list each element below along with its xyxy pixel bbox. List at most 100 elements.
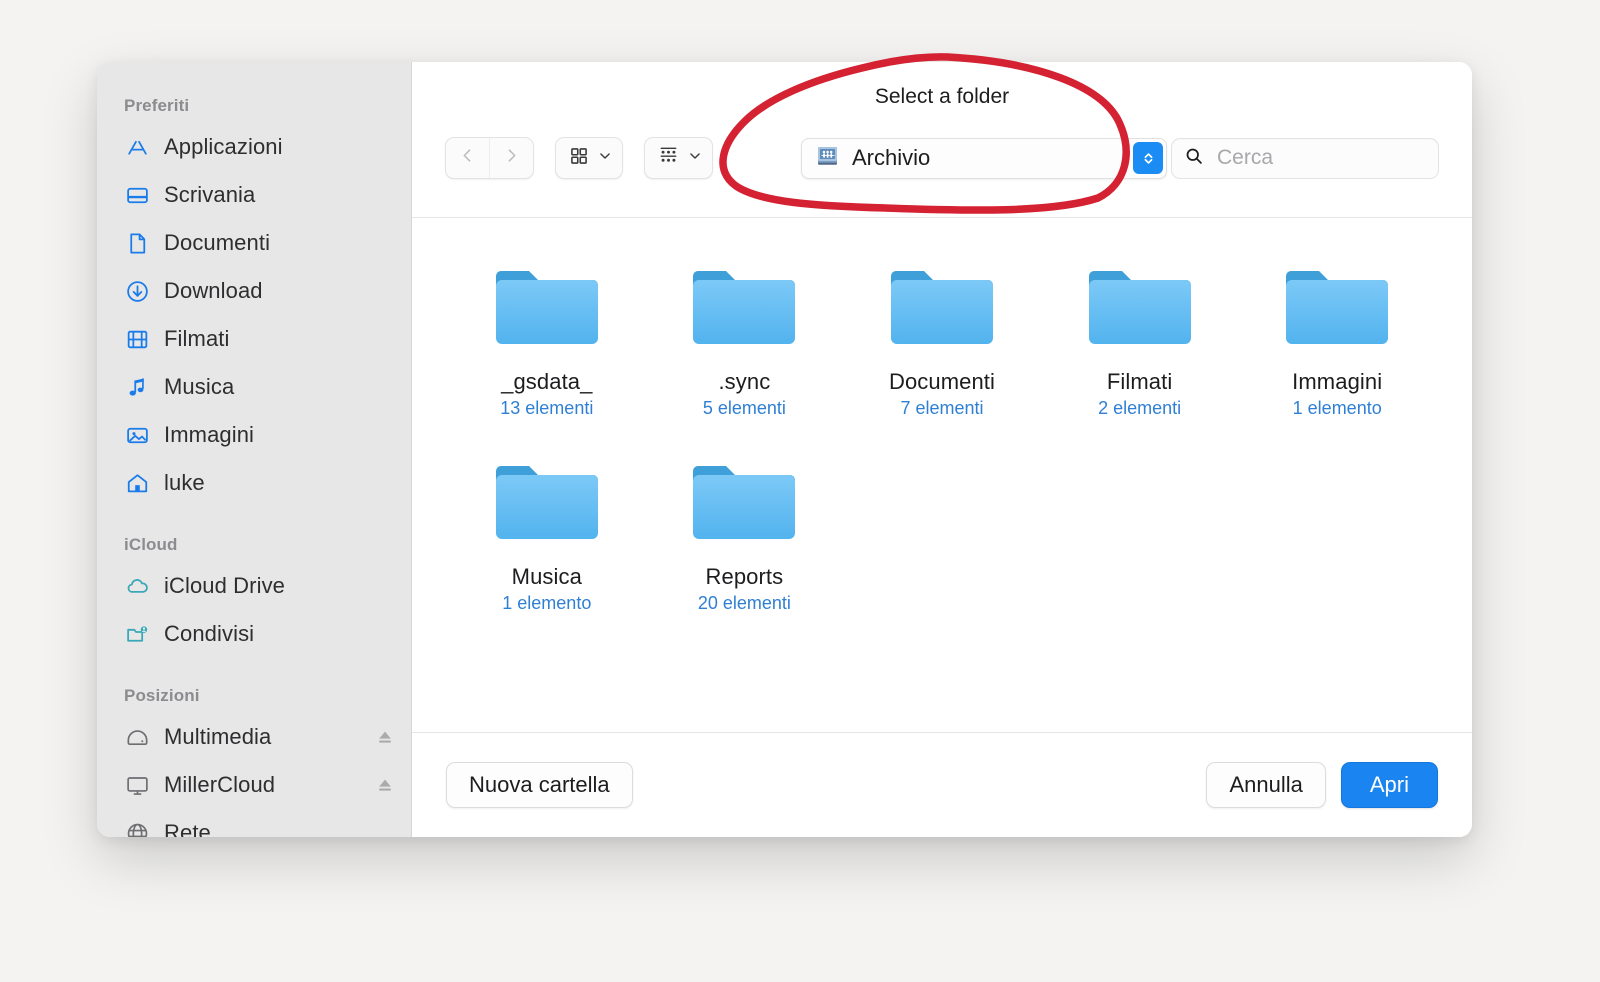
file-item-sync[interactable]: .sync 5 elementi (646, 248, 844, 419)
file-item-documenti[interactable]: Documenti 7 elementi (843, 248, 1041, 419)
search-icon (1184, 146, 1204, 171)
folder-icon (887, 256, 997, 357)
toolbar: Select a folder Archivio Cerca (412, 62, 1472, 218)
folder-icon (492, 451, 602, 552)
footer-actions: Annulla Apri (1206, 762, 1438, 808)
folder-path-popup-button[interactable]: Archivio (801, 137, 1167, 179)
sidebar-item-label: iCloud Drive (164, 573, 286, 598)
view-mode-button[interactable] (555, 137, 623, 179)
sidebar-item-download[interactable]: Download (97, 267, 411, 315)
sidebar-group-preferiti: Preferiti Applicazioni Scrivania Documen… (97, 96, 411, 507)
file-count: 5 elementi (702, 398, 786, 418)
nav-buttons (445, 137, 534, 179)
open-button[interactable]: Apri (1340, 762, 1438, 808)
file-browser-area[interactable]: _gsdata_ 13 elementi .sync 5 elementi Do… (412, 218, 1472, 732)
file-count: 13 elementi (500, 398, 594, 418)
sidebar-item-filmati[interactable]: Filmati (97, 315, 411, 363)
new-folder-button[interactable]: Nuova cartella (446, 762, 633, 808)
sidebar-item-luke[interactable]: luke (97, 459, 411, 507)
sidebar-item-immagini[interactable]: Immagini (97, 411, 411, 459)
folder-icon (1282, 256, 1392, 357)
sidebar-item-multimedia[interactable]: Multimedia (97, 713, 411, 761)
film-icon (124, 326, 150, 352)
folder-path-label: Archivio (852, 145, 931, 170)
sidebar-item-label: Scrivania (164, 182, 256, 207)
dialog-footer: Nuova cartella Annulla Apri (412, 732, 1472, 837)
folder-icon (689, 256, 799, 357)
grid-view-icon (569, 146, 589, 171)
folder-icon (492, 256, 602, 357)
eject-button-millercloud[interactable] (375, 775, 395, 795)
sidebar-item-label: Filmati (164, 326, 230, 351)
window-body: Preferiti Applicazioni Scrivania Documen… (97, 62, 1472, 837)
appstore-icon (124, 134, 150, 160)
sidebar-group-title-posizioni: Posizioni (124, 686, 200, 705)
sidebar-item-documenti[interactable]: Documenti (97, 219, 411, 267)
file-count: 20 elementi (697, 593, 791, 613)
forward-button[interactable] (489, 138, 533, 178)
cancel-button[interactable]: Annulla (1206, 762, 1326, 808)
sidebar-group-title-icloud: iCloud (124, 535, 178, 554)
sidebar-item-label: Documenti (164, 230, 271, 255)
shared-folder-icon (124, 621, 150, 647)
sidebar-item-rete[interactable]: Rete (97, 809, 411, 837)
sidebar-item-label: Applicazioni (164, 134, 283, 159)
sidebar-item-condivisi[interactable]: Condivisi (97, 610, 411, 658)
sidebar-item-scrivania[interactable]: Scrivania (97, 171, 411, 219)
file-count: 7 elementi (900, 398, 984, 418)
home-icon (124, 470, 150, 496)
sidebar: Preferiti Applicazioni Scrivania Documen… (97, 62, 412, 837)
file-item-filmati[interactable]: Filmati 2 elementi (1041, 248, 1239, 419)
photo-icon (124, 422, 150, 448)
file-name: Filmati (1106, 369, 1173, 394)
sidebar-item-label: MillerCloud (164, 772, 276, 797)
toolbar-row: Archivio (445, 137, 1439, 179)
sidebar-item-label: Musica (164, 374, 235, 399)
chevron-down-icon (598, 149, 612, 168)
file-name: Immagini (1292, 369, 1383, 394)
content-pane: Select a folder Archivio Cerca _gsdata_ … (412, 62, 1472, 837)
search-input[interactable] (1215, 145, 1426, 171)
file-name: Documenti (888, 369, 996, 394)
download-icon (124, 278, 150, 304)
shared-network-folder-icon (815, 143, 841, 174)
file-name: .sync (718, 369, 771, 394)
file-name: Reports (705, 564, 784, 589)
folder-icon (1085, 256, 1195, 357)
file-item-musica[interactable]: Musica 1 elemento (448, 443, 646, 614)
file-item-immagini[interactable]: Immagini 1 elemento (1238, 248, 1436, 419)
file-item-reports[interactable]: Reports 20 elementi (646, 443, 844, 614)
arrange-button[interactable] (644, 137, 713, 179)
file-item-gsdata[interactable]: _gsdata_ 13 elementi (448, 248, 646, 419)
chevron-left-icon (459, 147, 476, 169)
search-field[interactable] (1171, 137, 1439, 179)
file-picker-window: Preferiti Applicazioni Scrivania Documen… (97, 62, 1472, 837)
sidebar-item-millercloud[interactable]: MillerCloud (97, 761, 411, 809)
desktop-icon (124, 182, 150, 208)
document-icon (124, 230, 150, 256)
back-button[interactable] (446, 138, 489, 178)
file-count: 1 elemento (502, 593, 592, 613)
group-view-icon (658, 145, 679, 171)
cloud-icon (124, 573, 150, 599)
folder-icon (689, 451, 799, 552)
sidebar-item-label: Condivisi (164, 621, 255, 646)
sidebar-item-label: luke (164, 470, 205, 495)
sidebar-group-posizioni: Posizioni Multimedia MillerCloud Rete (97, 686, 411, 837)
sidebar-item-label: Rete (164, 820, 211, 837)
file-name: _gsdata_ (501, 369, 593, 394)
sidebar-item-musica[interactable]: Musica (97, 363, 411, 411)
sidebar-item-label: Multimedia (164, 724, 272, 749)
file-count: 2 elementi (1098, 398, 1182, 418)
dialog-prompt: Select a folder (874, 85, 1010, 108)
sidebar-item-applicazioni[interactable]: Applicazioni (97, 123, 411, 171)
chevron-down-icon (688, 149, 702, 168)
chevron-right-icon (503, 147, 520, 169)
file-grid: _gsdata_ 13 elementi .sync 5 elementi Do… (448, 248, 1436, 614)
sidebar-item-icloud-drive[interactable]: iCloud Drive (97, 562, 411, 610)
eject-button-multimedia[interactable] (375, 727, 395, 747)
file-name: Musica (511, 564, 582, 589)
sidebar-item-label: Download (164, 278, 263, 303)
sidebar-group-icloud: iCloud iCloud Drive Condivisi (97, 535, 411, 658)
popup-chevrons-icon (1133, 142, 1163, 174)
